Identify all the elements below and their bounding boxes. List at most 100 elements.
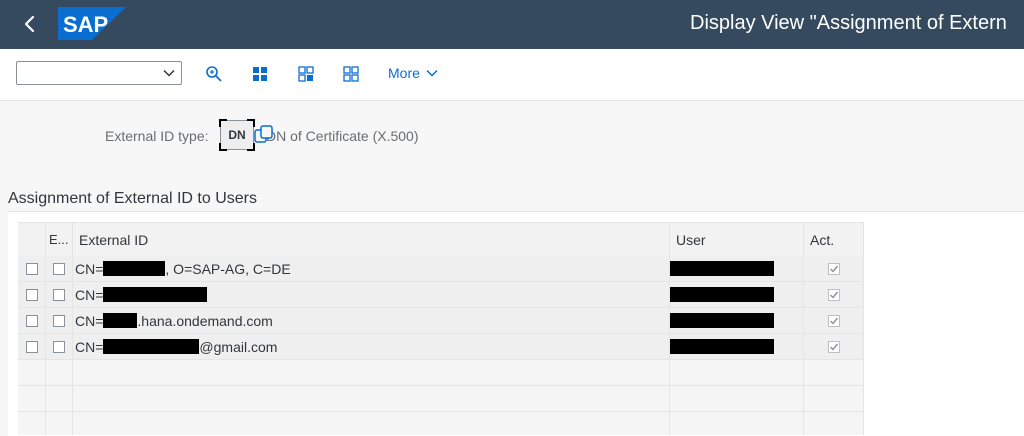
external-id-prefix: CN= [75, 338, 104, 355]
check-icon [829, 343, 838, 351]
select-all-icon [253, 67, 267, 81]
external-id-suffix: @gmail.com [199, 338, 278, 355]
empty-cell [804, 360, 864, 385]
empty-cell [73, 412, 670, 435]
header-row-selector[interactable] [18, 223, 46, 256]
value-help-icon[interactable] [254, 124, 274, 146]
empty-cell [670, 412, 804, 435]
empty-cell [46, 360, 73, 385]
external-id-cell[interactable]: CN= .hana.ondemand.com [73, 308, 670, 333]
more-label: More [388, 65, 420, 81]
empty-cell [73, 386, 670, 411]
external-id-prefix: CN= [75, 260, 104, 277]
redaction-block [103, 287, 208, 302]
table-row[interactable]: CN= .hana.ondemand.com [18, 308, 864, 334]
row-selector-cell [18, 334, 46, 359]
act-cell [804, 334, 864, 359]
redaction-block [103, 313, 138, 328]
focus-corner [219, 119, 227, 127]
external-id-type-description: DN of Certificate (X.500) [266, 128, 419, 144]
e-cell [46, 282, 73, 307]
zoom-icon [206, 66, 222, 82]
redaction-block [670, 339, 774, 354]
empty-table-row [18, 360, 864, 386]
back-button[interactable] [16, 10, 42, 38]
row-select-checkbox[interactable] [25, 288, 38, 301]
empty-table-row [18, 412, 864, 435]
external-id-cell[interactable]: CN= @gmail.com [73, 334, 670, 359]
empty-table-row [18, 386, 864, 412]
check-icon [829, 291, 838, 299]
user-cell[interactable] [670, 282, 804, 307]
chevron-left-icon [24, 15, 35, 33]
more-button[interactable]: More [388, 65, 438, 81]
toolbar: More [0, 49, 1024, 101]
redaction-block [670, 261, 774, 276]
logo-text: SAP [63, 12, 108, 37]
deselect-all-icon [343, 66, 359, 82]
chevron-down-icon [163, 69, 175, 77]
deselect-all-button[interactable] [340, 63, 362, 85]
e-cell [46, 256, 73, 281]
empty-cell [804, 412, 864, 435]
external-id-prefix: CN= [75, 286, 104, 303]
sap-logo: SAP [58, 7, 126, 40]
empty-cell [46, 412, 73, 435]
header-col-external-id[interactable]: External ID [73, 223, 670, 256]
e-checkbox[interactable] [53, 288, 65, 301]
act-checkbox [827, 314, 840, 327]
external-id-prefix: CN= [75, 312, 104, 329]
redaction-block [670, 287, 774, 302]
row-selector-cell [18, 308, 46, 333]
chevron-down-icon [426, 69, 438, 77]
empty-cell [18, 360, 46, 385]
e-checkbox[interactable] [53, 314, 65, 327]
act-cell [804, 308, 864, 333]
row-select-checkbox[interactable] [25, 340, 38, 353]
search-button[interactable] [203, 63, 225, 85]
external-id-suffix: .hana.ondemand.com [137, 312, 273, 329]
external-id-type-value: DN [228, 128, 246, 142]
empty-cell [804, 386, 864, 411]
header-col-user[interactable]: User [670, 223, 804, 256]
header-col-e[interactable]: E... [46, 223, 73, 256]
external-id-type-label: External ID type: [105, 128, 209, 144]
table-row[interactable]: CN= [18, 282, 864, 308]
external-id-cell[interactable]: CN= [73, 282, 670, 307]
user-cell[interactable] [670, 256, 804, 281]
act-cell [804, 282, 864, 307]
redaction-block [103, 261, 166, 276]
act-checkbox [827, 288, 840, 301]
table-row[interactable]: CN= @gmail.com [18, 334, 864, 360]
e-cell [46, 334, 73, 359]
external-id-suffix: , O=SAP-AG, C=DE [165, 260, 291, 277]
user-cell[interactable] [670, 308, 804, 333]
external-id-cell[interactable]: CN= , O=SAP-AG, C=DE [73, 256, 670, 281]
redaction-block [670, 313, 774, 328]
act-checkbox [827, 262, 840, 275]
e-checkbox[interactable] [53, 262, 65, 275]
row-selector-cell [18, 256, 46, 281]
select-block-button[interactable] [295, 63, 317, 85]
e-checkbox[interactable] [53, 340, 65, 353]
select-block-icon [298, 66, 314, 82]
row-select-checkbox[interactable] [25, 314, 38, 327]
variant-select[interactable] [16, 61, 182, 85]
empty-cell [670, 386, 804, 411]
focus-corner [219, 143, 227, 151]
check-icon [829, 265, 838, 273]
user-cell[interactable] [670, 334, 804, 359]
empty-cell [18, 386, 46, 411]
external-id-type-field[interactable]: DN [219, 119, 255, 151]
header-col-act[interactable]: Act. [804, 223, 864, 256]
act-cell [804, 256, 864, 281]
table-row[interactable]: CN= , O=SAP-AG, C=DE [18, 256, 864, 282]
row-select-checkbox[interactable] [25, 262, 38, 275]
table-header: E... External ID User Act. [18, 222, 864, 257]
check-icon [829, 317, 838, 325]
empty-cell [670, 360, 804, 385]
row-selector-cell [18, 282, 46, 307]
empty-cell [46, 386, 73, 411]
select-all-button[interactable] [249, 63, 271, 85]
page-title: Display View "Assignment of Extern [690, 12, 1007, 34]
